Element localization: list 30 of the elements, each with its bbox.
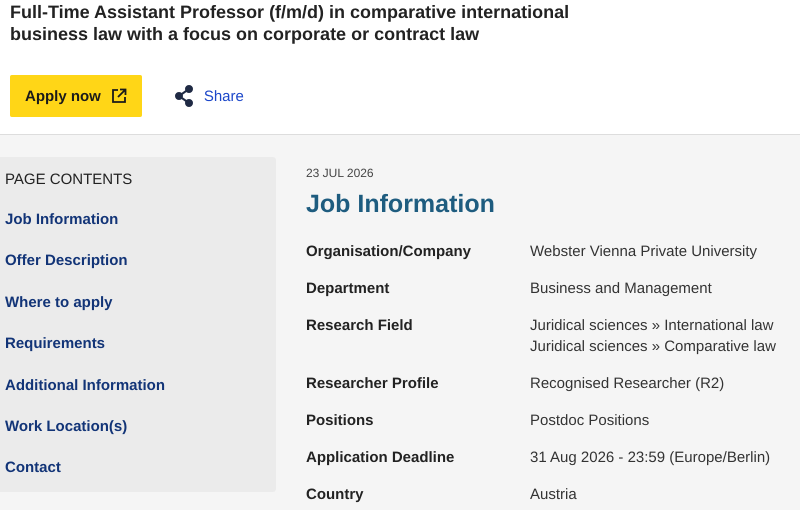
field-label: Organisation/Company xyxy=(306,242,472,262)
contents-link[interactable]: Additional Information xyxy=(5,376,165,396)
section-title: Job Information xyxy=(306,189,496,219)
field-value: Business and Management xyxy=(530,279,713,299)
field-label: Researcher Profile xyxy=(306,374,440,394)
contents-link[interactable]: Requirements xyxy=(5,334,106,354)
field-label: Research Field xyxy=(306,316,414,336)
share-icon xyxy=(174,85,194,107)
field-value: Austria xyxy=(530,485,578,505)
field-value: Juridical sciences » International law xyxy=(530,316,774,336)
post-date: 23 JUL 2026 xyxy=(306,166,375,180)
field-label: Application Deadline xyxy=(306,448,456,468)
field-label: Department xyxy=(306,279,390,299)
field-value: 31 Aug 2026 - 23:59 (Europe/Berlin) xyxy=(530,448,772,468)
field-value: Postdoc Positions xyxy=(530,411,650,431)
share-link[interactable]: Share xyxy=(174,85,244,107)
apply-button[interactable]: Apply now xyxy=(10,75,142,117)
contents-link[interactable]: Work Location(s) xyxy=(5,417,128,436)
contents-link[interactable]: Offer Description xyxy=(5,251,128,271)
field-value: Recognised Researcher (R2) xyxy=(530,374,726,394)
field-value: Juridical sciences » Comparative law xyxy=(530,337,777,357)
contents-link[interactable]: Job Information xyxy=(5,210,118,230)
field-label: Country xyxy=(306,485,364,505)
job-title: Full-Time Assistant Professor (f/m/d) in comparative international business law with a focus on corporate or contract law xyxy=(10,1,570,45)
field-label: Positions xyxy=(306,411,375,431)
contents-link[interactable]: Where to apply xyxy=(5,292,113,312)
field-value: Webster Vienna Private University xyxy=(530,242,758,262)
contents-link[interactable]: Contact xyxy=(5,458,61,478)
external-link-icon xyxy=(110,88,127,104)
panel-heading: PAGE CONTENTS xyxy=(5,171,132,188)
